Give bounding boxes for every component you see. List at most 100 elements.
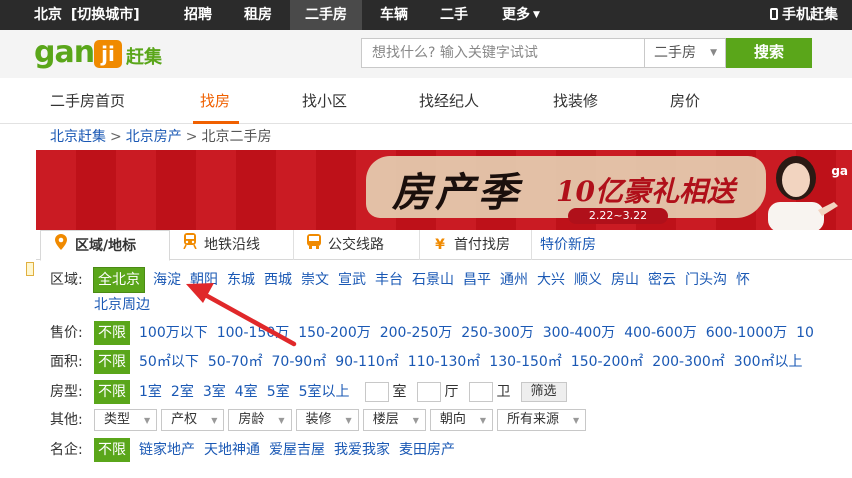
district-option[interactable]: 朝阳 xyxy=(190,268,218,292)
subnav-house-price[interactable]: 房价 xyxy=(670,78,700,124)
area-option[interactable]: 90-110㎡ xyxy=(335,350,399,374)
area-option-unlimited[interactable]: 不限 xyxy=(94,350,130,374)
other-filter-dropdown[interactable]: 楼层 ▼ xyxy=(362,409,426,431)
nav-vehicles[interactable]: 车辆 xyxy=(376,0,412,30)
breadcrumb-ganji-beijing[interactable]: 北京赶集 xyxy=(50,129,106,145)
district-option[interactable]: 怀 xyxy=(736,268,750,292)
nav-more[interactable]: 更多 ▼ xyxy=(496,0,546,30)
layout-option[interactable]: 5室 xyxy=(267,380,290,404)
other-filter-dropdown[interactable]: 产权 ▼ xyxy=(161,409,225,431)
district-option[interactable]: 门头沟 xyxy=(685,268,727,292)
search-input[interactable] xyxy=(362,39,644,67)
other-filter-dropdown[interactable]: 房龄 ▼ xyxy=(228,409,292,431)
layout-filter-button[interactable]: 筛选 xyxy=(520,382,567,402)
banner-brand: ga xyxy=(831,164,848,178)
promo-banner[interactable]: 房产季 10亿豪礼相送 2.22~3.22 ga xyxy=(36,150,852,230)
top-navigation-bar: 北京 [切换城市] 招聘 租房 二手房 车辆 二手 更多 ▼ 手机赶集 xyxy=(0,0,852,30)
area-option[interactable]: 70-90㎡ xyxy=(272,350,327,374)
house-sub-navigation: 二手房首页 找房 找小区 找经纪人 找装修 房价 xyxy=(0,78,852,124)
agency-option[interactable]: 链家地产 xyxy=(139,438,195,462)
bath-count-input[interactable] xyxy=(468,382,493,402)
district-option[interactable]: 大兴 xyxy=(537,268,565,292)
district-option[interactable]: 崇文 xyxy=(301,268,329,292)
nav-jobs[interactable]: 招聘 xyxy=(180,0,216,30)
district-option[interactable]: 顺义 xyxy=(574,268,602,292)
price-option[interactable]: 200-250万 xyxy=(380,321,453,345)
price-option[interactable]: 600-1000万 xyxy=(706,321,787,345)
price-option[interactable]: 250-300万 xyxy=(461,321,534,345)
price-option[interactable]: 10 xyxy=(796,321,814,345)
district-option[interactable]: 房山 xyxy=(611,268,639,292)
district-option[interactable]: 丰台 xyxy=(375,268,403,292)
subnav-find-community[interactable]: 找小区 xyxy=(302,78,347,124)
area-option[interactable]: 300㎡以上 xyxy=(734,350,803,374)
district-option[interactable]: 昌平 xyxy=(463,268,491,292)
filter-tabs: 区域/地标 地铁沿线 公交线路 ¥ 首付找房 特价新房 xyxy=(36,230,852,261)
agency-option[interactable]: 我爱我家 xyxy=(334,438,390,462)
dropdown-label: 所有来源 xyxy=(507,412,560,427)
banner-dates: 2.22~3.22 xyxy=(568,208,668,224)
area-option[interactable]: 110-130㎡ xyxy=(408,350,481,374)
tab-district-landmark[interactable]: 区域/地标 xyxy=(40,230,170,261)
other-filter-dropdown[interactable]: 类型 ▼ xyxy=(94,409,158,431)
area-option[interactable]: 130-150㎡ xyxy=(489,350,562,374)
price-option[interactable]: 400-600万 xyxy=(624,321,697,345)
search-category-select[interactable]: 二手房 ▼ xyxy=(644,38,726,68)
other-filter-dropdown[interactable]: 装修 ▼ xyxy=(295,409,359,431)
mobile-app-link[interactable]: 手机赶集 xyxy=(770,0,838,30)
district-option-outskirts[interactable]: 北京周边 xyxy=(94,293,150,317)
subnav-home[interactable]: 二手房首页 xyxy=(50,78,125,124)
hall-count-input[interactable] xyxy=(416,382,441,402)
subnav-find-agent[interactable]: 找经纪人 xyxy=(419,78,479,124)
subnav-find-house[interactable]: 找房 xyxy=(200,78,230,124)
area-option[interactable]: 50-70㎡ xyxy=(208,350,263,374)
price-option[interactable]: 100万以下 xyxy=(139,321,208,345)
other-filter-dropdown[interactable]: 所有来源 ▼ xyxy=(497,409,587,431)
nav-second-hand-house[interactable]: 二手房 xyxy=(290,0,362,30)
tab-down-payment[interactable]: ¥ 首付找房 xyxy=(420,230,532,260)
district-option[interactable]: 石景山 xyxy=(412,268,454,292)
switch-city-link[interactable]: [切换城市] xyxy=(71,7,140,23)
area-option[interactable]: 200-300㎡ xyxy=(652,350,725,374)
area-option[interactable]: 150-200㎡ xyxy=(571,350,644,374)
tab-label: 地铁沿线 xyxy=(204,237,260,253)
city-name: 北京 xyxy=(34,7,62,23)
room-count-input[interactable] xyxy=(364,382,389,402)
tab-subway[interactable]: 地铁沿线 xyxy=(170,230,294,260)
district-option[interactable]: 东城 xyxy=(227,268,255,292)
price-option[interactable]: 300-400万 xyxy=(543,321,616,345)
area-option[interactable]: 50㎡以下 xyxy=(139,350,199,374)
layout-option[interactable]: 2室 xyxy=(171,380,194,404)
agency-option[interactable]: 天地神通 xyxy=(204,438,260,462)
search-button[interactable]: 搜索 xyxy=(726,38,812,68)
layout-option[interactable]: 1室 xyxy=(139,380,162,404)
district-option[interactable]: 通州 xyxy=(500,268,528,292)
agency-option[interactable]: 爱屋吉屋 xyxy=(269,438,325,462)
layout-option-unlimited[interactable]: 不限 xyxy=(94,380,130,404)
district-option-selected[interactable]: 全北京 xyxy=(93,267,145,293)
district-option[interactable]: 密云 xyxy=(648,268,676,292)
price-option-unlimited[interactable]: 不限 xyxy=(94,321,130,345)
tab-special-new-house[interactable]: 特价新房 xyxy=(540,230,640,260)
chevron-down-icon: ▼ xyxy=(533,10,540,20)
nav-second-hand[interactable]: 二手 xyxy=(436,0,472,30)
agency-option[interactable]: 麦田房产 xyxy=(399,438,455,462)
nav-rent[interactable]: 租房 xyxy=(240,0,276,30)
district-option[interactable]: 宣武 xyxy=(338,268,366,292)
agency-option-unlimited[interactable]: 不限 xyxy=(94,438,130,462)
price-option[interactable]: 100-150万 xyxy=(217,321,290,345)
dropdown-label: 装修 xyxy=(305,412,332,427)
district-option[interactable]: 西城 xyxy=(264,268,292,292)
breadcrumb-separator: > xyxy=(185,129,198,145)
district-option[interactable]: 海淀 xyxy=(153,268,181,292)
search-box xyxy=(361,38,645,68)
breadcrumb-beijing-property[interactable]: 北京房产 xyxy=(126,129,182,145)
other-filter-dropdown[interactable]: 朝向 ▼ xyxy=(429,409,494,431)
room-unit: 室 xyxy=(392,384,407,400)
layout-option[interactable]: 4室 xyxy=(235,380,258,404)
layout-option[interactable]: 3室 xyxy=(203,380,226,404)
subnav-find-decoration[interactable]: 找装修 xyxy=(553,78,598,124)
tab-bus[interactable]: 公交线路 xyxy=(294,230,420,260)
price-option[interactable]: 150-200万 xyxy=(298,321,371,345)
layout-option[interactable]: 5室以上 xyxy=(299,380,350,404)
